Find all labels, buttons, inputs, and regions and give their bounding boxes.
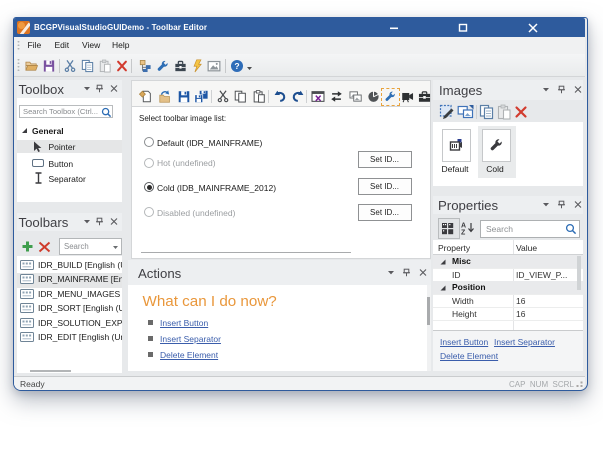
svg-text:?: ?: [234, 61, 239, 71]
svg-text:A: A: [461, 223, 466, 230]
svg-text:Z: Z: [461, 230, 466, 236]
